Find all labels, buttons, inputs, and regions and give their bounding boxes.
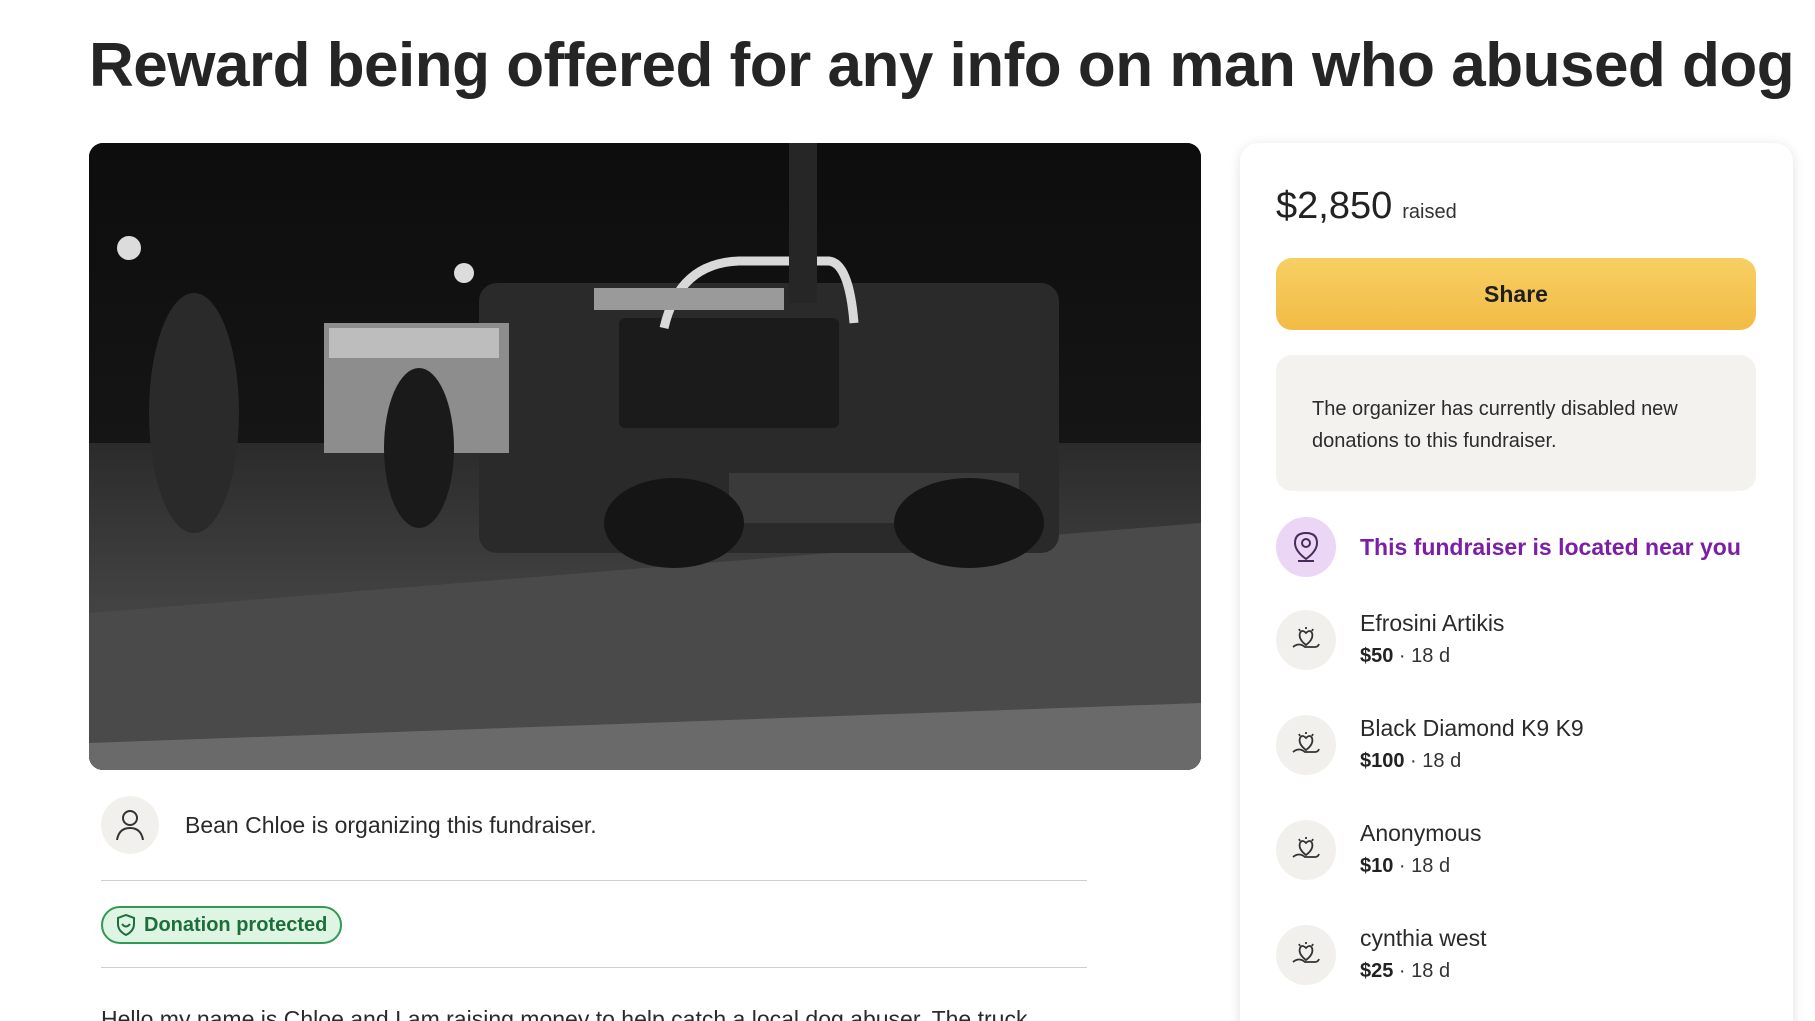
donor-name: cynthia west bbox=[1360, 925, 1487, 951]
organizer-row: Bean Chloe is organizing this fundraiser… bbox=[101, 796, 597, 854]
person-icon bbox=[101, 796, 159, 854]
donations-disabled-notice: The organizer has currently disabled new… bbox=[1276, 355, 1756, 491]
donor-name: Efrosini Artikis bbox=[1360, 610, 1505, 636]
heart-hand-icon bbox=[1276, 609, 1336, 670]
share-button[interactable]: Share bbox=[1276, 258, 1756, 330]
surveillance-image bbox=[89, 143, 1201, 770]
fundraiser-photo[interactable] bbox=[89, 143, 1201, 770]
raised-label: raised bbox=[1402, 201, 1457, 223]
donation-item: Efrosini Artikis $50 · 18 d bbox=[1276, 608, 1504, 671]
location-pin-icon bbox=[1276, 517, 1336, 577]
location-notice[interactable]: This fundraiser is located near you bbox=[1276, 517, 1741, 577]
heart-hand-icon bbox=[1276, 714, 1336, 775]
donor-name: Anonymous bbox=[1360, 820, 1482, 846]
donation-time: 18 d bbox=[1422, 750, 1462, 772]
heart-hand-icon bbox=[1276, 819, 1336, 880]
raised-amount: $2,850 bbox=[1276, 185, 1393, 227]
donation-amount: $10 bbox=[1360, 855, 1394, 877]
raised-summary: $2,850 raised bbox=[1276, 185, 1457, 228]
story-preview: Hello my name is Chloe and I am raising … bbox=[101, 1006, 1028, 1021]
donation-amount: $25 bbox=[1360, 960, 1394, 982]
divider bbox=[101, 880, 1087, 881]
page-title: Reward being offered for any info on man… bbox=[89, 31, 1795, 100]
donation-meta: $50 · 18 d bbox=[1360, 645, 1451, 667]
donation-meta: $25 · 18 d bbox=[1360, 960, 1451, 982]
donation-sidebar: $2,850 raised Share The organizer has cu… bbox=[1240, 143, 1793, 1021]
fundraiser-page: Reward being offered for any info on man… bbox=[0, 0, 1815, 1021]
donation-protected-badge[interactable]: Donation protected bbox=[101, 906, 343, 944]
donation-item: cynthia west $25 · 18 d bbox=[1276, 923, 1487, 986]
donation-item: Anonymous $10 · 18 d bbox=[1276, 818, 1481, 881]
badge-label: Donation protected bbox=[144, 913, 328, 936]
donation-amount: $100 bbox=[1360, 750, 1405, 772]
donation-amount: $50 bbox=[1360, 645, 1394, 667]
donation-meta: $10 · 18 d bbox=[1360, 855, 1451, 877]
divider bbox=[101, 967, 1087, 968]
location-text: This fundraiser is located near you bbox=[1360, 533, 1741, 560]
heart-hand-icon bbox=[1276, 924, 1336, 985]
shield-icon bbox=[117, 914, 135, 936]
donation-meta: $100 · 18 d bbox=[1360, 750, 1462, 772]
donation-time: 18 d bbox=[1411, 645, 1451, 667]
donation-time: 18 d bbox=[1411, 960, 1451, 982]
donation-time: 18 d bbox=[1411, 855, 1451, 877]
organizer-text: Bean Chloe is organizing this fundraiser… bbox=[185, 811, 597, 838]
donation-item: Black Diamond K9 K9 $100 · 18 d bbox=[1276, 713, 1584, 776]
donor-name: Black Diamond K9 K9 bbox=[1360, 715, 1584, 741]
